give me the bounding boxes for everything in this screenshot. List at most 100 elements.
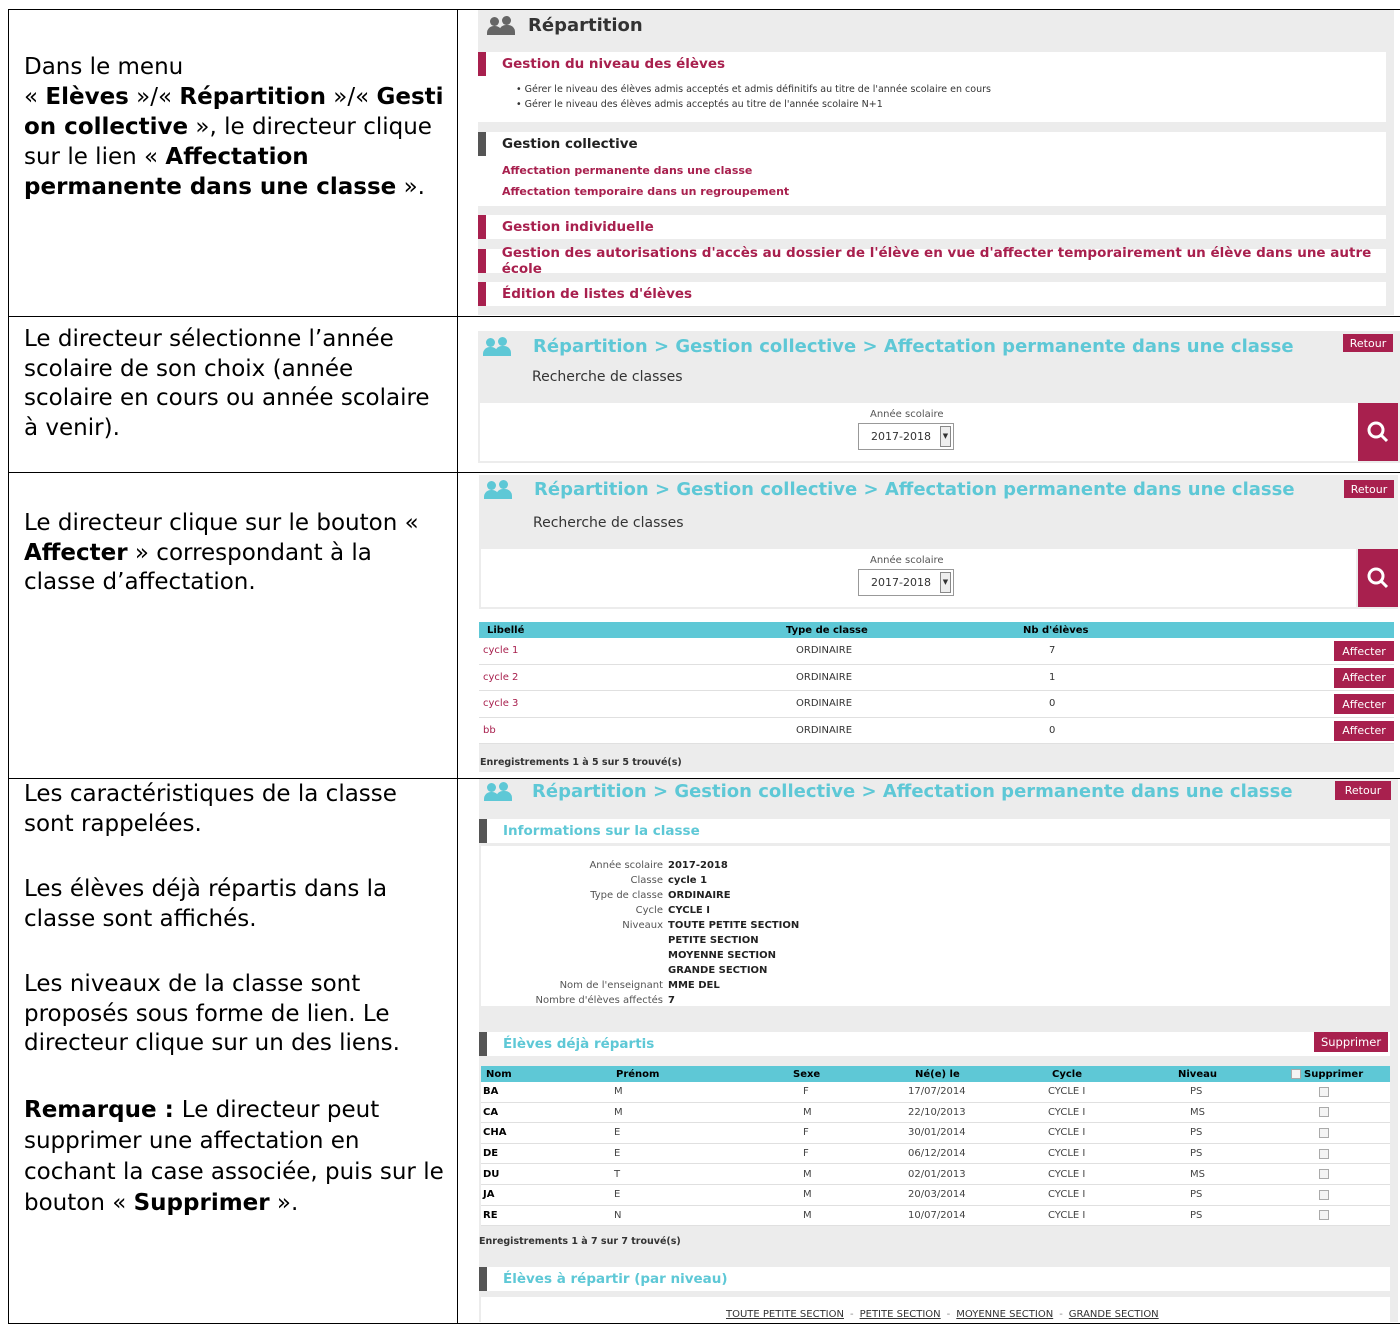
search-title: Recherche de classes xyxy=(532,369,683,385)
student-birthdate: 06/12/2014 xyxy=(908,1148,966,1159)
delete-checkbox[interactable] xyxy=(1319,1169,1329,1179)
student-row: DEEF06/12/2014CYCLE IPS xyxy=(481,1144,1390,1165)
section-gestion-niveau[interactable]: Gestion du niveau des élèves xyxy=(478,52,1386,76)
year-label: Année scolaire xyxy=(870,555,944,566)
section-autorisations[interactable]: Gestion des autorisations d'accès au dos… xyxy=(478,249,1386,273)
breadcrumb[interactable]: Répartition > Gestion collective > Affec… xyxy=(534,479,1295,500)
student-level: MS xyxy=(1190,1169,1205,1180)
info-field: MOYENNE SECTION xyxy=(481,948,1390,963)
delete-checkbox[interactable] xyxy=(1319,1087,1329,1097)
affecter-button[interactable]: Affecter xyxy=(1334,694,1394,714)
students-section-header: Élèves déjà répartis xyxy=(479,1032,1390,1056)
info-key: Nombre d'élèves affectés xyxy=(481,993,668,1008)
level-link-tps[interactable]: TOUTE PETITE SECTION xyxy=(726,1309,844,1320)
student-cycle: CYCLE I xyxy=(1048,1210,1085,1221)
step-4-text: Les caractéristiques de la classe sont r… xyxy=(24,779,447,1219)
instruction-table: Dans le menu « Elèves »/« Répartition »/… xyxy=(8,9,1400,1324)
student-firstname: N xyxy=(614,1210,621,1221)
student-row: CHAEF30/01/2014CYCLE IPS xyxy=(481,1123,1390,1144)
students-footer: Enregistrements 1 à 7 sur 7 trouvé(s) xyxy=(479,1236,681,1247)
delete-checkbox[interactable] xyxy=(1319,1190,1329,1200)
search-icon xyxy=(1358,403,1398,461)
student-level: PS xyxy=(1190,1086,1202,1097)
people-icon xyxy=(486,15,518,35)
info-field: Nombre d'élèves affectés7 xyxy=(481,993,1390,1008)
delete-checkbox[interactable] xyxy=(1319,1128,1329,1138)
info-value: CYCLE I xyxy=(668,903,710,918)
student-row: RENM10/07/2014CYCLE IPS xyxy=(481,1206,1390,1227)
info-key: Classe xyxy=(481,873,668,888)
step-1-text: Dans le menu « Elèves »/« Répartition »/… xyxy=(9,10,458,317)
search-button[interactable] xyxy=(1358,549,1398,607)
step-1-quote: « xyxy=(24,84,45,110)
student-level: PS xyxy=(1190,1189,1202,1200)
student-firstname: E xyxy=(614,1148,620,1159)
year-select[interactable]: 2017-2018▼ xyxy=(858,569,954,596)
back-button[interactable]: Retour xyxy=(1344,480,1394,498)
screen-repartition-menu: Répartition Gestion du niveau des élèves… xyxy=(458,10,1400,317)
section-gestion-collective[interactable]: Gestion collective xyxy=(478,132,1386,156)
level-link-ms[interactable]: MOYENNE SECTION xyxy=(956,1309,1053,1320)
level-link-gs[interactable]: GRANDE SECTION xyxy=(1069,1309,1159,1320)
class-label[interactable]: cycle 2 xyxy=(483,672,518,683)
link-affectation-permanente[interactable]: Affectation permanente dans une classe xyxy=(502,160,1386,181)
delete-checkbox[interactable] xyxy=(1319,1107,1329,1117)
menu-title: Répartition xyxy=(528,15,643,36)
level-link-ps[interactable]: PETITE SECTION xyxy=(860,1309,941,1320)
back-button[interactable]: Retour xyxy=(1335,781,1391,800)
affecter-button[interactable]: Affecter xyxy=(1334,641,1394,661)
info-key xyxy=(481,948,668,963)
student-sex: F xyxy=(803,1086,809,1097)
affecter-button[interactable]: Affecter xyxy=(1334,668,1394,688)
breadcrumb[interactable]: Répartition > Gestion collective > Affec… xyxy=(532,781,1293,802)
step-1-bold-eleves: Elèves xyxy=(45,84,128,110)
step-1-end: ». xyxy=(396,174,425,200)
student-sex: M xyxy=(803,1107,812,1118)
classes-footer: Enregistrements 1 à 5 sur 5 trouvé(s) xyxy=(480,757,682,768)
bullet-item[interactable]: • Gérer le niveau des élèves admis accep… xyxy=(516,82,1386,97)
classes-table: Libellé Type de classe Nb d'élèves cycle… xyxy=(479,622,1394,772)
search-button[interactable] xyxy=(1358,403,1398,461)
class-row: cycle 2ORDINAIRE1Affecter xyxy=(479,665,1394,692)
student-cycle: CYCLE I xyxy=(1048,1148,1085,1159)
class-label[interactable]: cycle 1 xyxy=(483,645,518,656)
delete-checkbox[interactable] xyxy=(1319,1210,1329,1220)
student-name: CHA xyxy=(483,1127,506,1138)
student-name: JA xyxy=(483,1189,494,1200)
link-affectation-temporaire[interactable]: Affectation temporaire dans un regroupem… xyxy=(502,181,1386,202)
step-4-p2: Les élèves déjà répartis dans la classe … xyxy=(24,875,447,934)
student-level: MS xyxy=(1190,1107,1205,1118)
delete-button[interactable]: Supprimer xyxy=(1314,1032,1388,1052)
students-table: Nom Prénom Sexe Né(e) le Cycle Niveau Su… xyxy=(481,1066,1390,1226)
student-birthdate: 22/10/2013 xyxy=(908,1107,966,1118)
student-cycle: CYCLE I xyxy=(1048,1086,1085,1097)
student-cycle: CYCLE I xyxy=(1048,1127,1085,1138)
student-birthdate: 20/03/2014 xyxy=(908,1189,966,1200)
info-value: GRANDE SECTION xyxy=(668,963,767,978)
step-4-p3: Les niveaux de la classe sont proposés s… xyxy=(24,970,447,1059)
step-2-text: Le directeur sélectionne l’année scolair… xyxy=(24,317,447,443)
delete-checkbox[interactable] xyxy=(1319,1149,1329,1159)
student-level: PS xyxy=(1190,1127,1202,1138)
section-gestion-individuelle[interactable]: Gestion individuelle xyxy=(478,215,1386,239)
class-label[interactable]: bb xyxy=(483,725,496,736)
info-field: GRANDE SECTION xyxy=(481,963,1390,978)
year-select[interactable]: 2017-2018▼ xyxy=(858,423,954,450)
student-name: DU xyxy=(483,1169,499,1180)
select-all-checkbox[interactable] xyxy=(1291,1069,1301,1079)
people-icon xyxy=(483,781,515,801)
bullet-item[interactable]: • Gérer le niveau des élèves admis accep… xyxy=(516,97,1386,112)
back-button[interactable]: Retour xyxy=(1343,334,1393,352)
class-label[interactable]: cycle 3 xyxy=(483,698,518,709)
info-key: Cycle xyxy=(481,903,668,918)
affecter-button[interactable]: Affecter xyxy=(1334,721,1394,741)
student-firstname: T xyxy=(614,1169,620,1180)
student-row: DUTM02/01/2013CYCLE IMS xyxy=(481,1164,1390,1185)
screen-recherche-1: Répartition > Gestion collective > Affec… xyxy=(458,317,1400,473)
student-firstname: M xyxy=(614,1086,623,1097)
breadcrumb[interactable]: Répartition > Gestion collective > Affec… xyxy=(533,336,1294,357)
section-edition-listes[interactable]: Édition de listes d'élèves xyxy=(478,282,1386,306)
student-level: PS xyxy=(1190,1148,1202,1159)
info-key: Niveaux xyxy=(481,918,668,933)
student-name: BA xyxy=(483,1086,498,1097)
